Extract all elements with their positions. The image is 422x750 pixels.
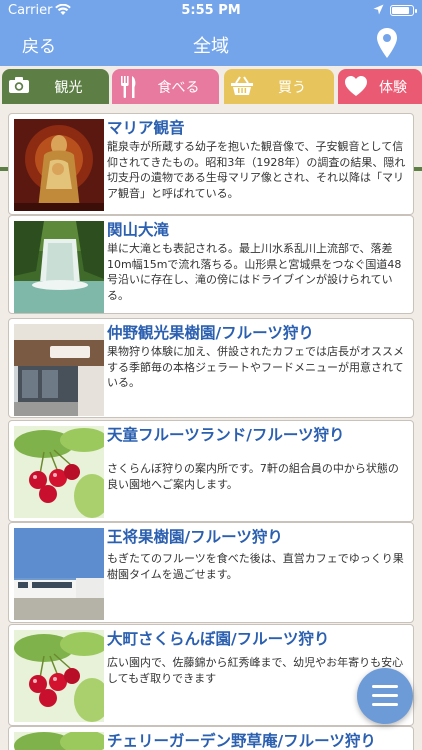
category-tabs: 観光 食べる 買う 体験 bbox=[0, 66, 422, 171]
list-item[interactable]: チェリーガーデン野草庵/フルーツ狩り bbox=[8, 726, 414, 750]
page-title: 全域 bbox=[193, 36, 229, 57]
spot-description: 龍泉寺が所蔵する幼子を抱いた観音像で、子安観音として信仰されてきたもの。昭和3年… bbox=[107, 140, 406, 200]
list-item[interactable]: 仲野観光果樹園/フルーツ狩り 果物狩り体験に加え、併設されたカフェでは店長がオス… bbox=[8, 318, 414, 418]
clock: 5:55 PM bbox=[181, 3, 241, 18]
menu-icon bbox=[372, 685, 398, 688]
tab-label: 観光 bbox=[54, 80, 83, 96]
thumbnail-cherries bbox=[14, 630, 104, 722]
location-arrow-icon bbox=[373, 4, 384, 19]
spot-name: 大町さくらんぼ園/フルーツ狩り bbox=[107, 630, 330, 648]
spot-name: 仲野観光果樹園/フルーツ狩り bbox=[107, 324, 314, 342]
status-bar: Carrier 5:55 PM bbox=[0, 0, 422, 22]
tab-label: 食べる bbox=[157, 80, 200, 96]
list-item[interactable]: 王将果樹園/フルーツ狩り もぎたてのフルーツを食べた後は、直営カフェでゆっくり果… bbox=[8, 522, 414, 623]
spot-description: もぎたてのフルーツを食べた後は、直営カフェでゆっくり果樹園タイムを過ごせます。 bbox=[107, 552, 404, 581]
spot-description: さくらんぼ狩りの案内所です。7軒の組合員の中から状態の良い園地へご案内します。 bbox=[107, 462, 399, 491]
spot-name: 王将果樹園/フルーツ狩り bbox=[107, 528, 283, 546]
thumbnail-maria-statue bbox=[14, 119, 104, 211]
thumbnail-orchard-building bbox=[14, 528, 104, 620]
list-item[interactable]: 大町さくらんぼ園/フルーツ狩り 広い園内で、佐藤錦から紅秀峰まで、幼児やお年寄り… bbox=[8, 624, 414, 726]
tab-label: 買う bbox=[278, 80, 306, 96]
menu-button[interactable] bbox=[357, 668, 413, 724]
spot-name: 関山大滝 bbox=[107, 221, 170, 239]
tab-label: 体験 bbox=[379, 80, 407, 96]
tab-eat[interactable]: 食べる bbox=[112, 69, 219, 104]
spot-name: 天童フルーツランド/フルーツ狩り bbox=[107, 426, 345, 444]
battery-icon bbox=[390, 5, 417, 16]
spot-description: 果物狩り体験に加え、併設されたカフェでは店長がオススメする季節毎の本格ジェラート… bbox=[107, 345, 404, 389]
location-pin-icon[interactable] bbox=[376, 27, 398, 63]
list-item[interactable]: 天童フルーツランド/フルーツ狩り さくらんぼ狩りの案内所です。7軒の組合員の中か… bbox=[8, 420, 414, 522]
tab-sightseeing[interactable]: 観光 bbox=[2, 69, 109, 104]
spot-list[interactable]: マリア観音 龍泉寺が所蔵する幼子を抱いた観音像で、子安観音として信仰されてきたも… bbox=[0, 108, 422, 750]
thumbnail-waterfall bbox=[14, 221, 104, 313]
spot-name: チェリーガーデン野草庵/フルーツ狩り bbox=[107, 732, 376, 750]
thumbnail-orchard-cafe bbox=[14, 324, 104, 416]
spot-description: 単に大滝とも表記される。最上川水系乱川上流部で、落差10m幅15mで流れ落ちる。… bbox=[107, 242, 402, 302]
spot-name: マリア観音 bbox=[107, 119, 185, 137]
nav-bar: 戻る 全域 bbox=[0, 22, 422, 66]
list-item[interactable]: マリア観音 龍泉寺が所蔵する幼子を抱いた観音像で、子安観音として信仰されてきたも… bbox=[8, 113, 414, 215]
tab-experience[interactable]: 体験 bbox=[338, 69, 422, 104]
list-item[interactable]: 関山大滝 単に大滝とも表記される。最上川水系乱川上流部で、落差10m幅15mで流… bbox=[8, 215, 414, 314]
thumbnail-cherries bbox=[14, 426, 104, 518]
thumbnail-cherries bbox=[14, 732, 104, 750]
tab-buy[interactable]: 買う bbox=[224, 69, 334, 104]
